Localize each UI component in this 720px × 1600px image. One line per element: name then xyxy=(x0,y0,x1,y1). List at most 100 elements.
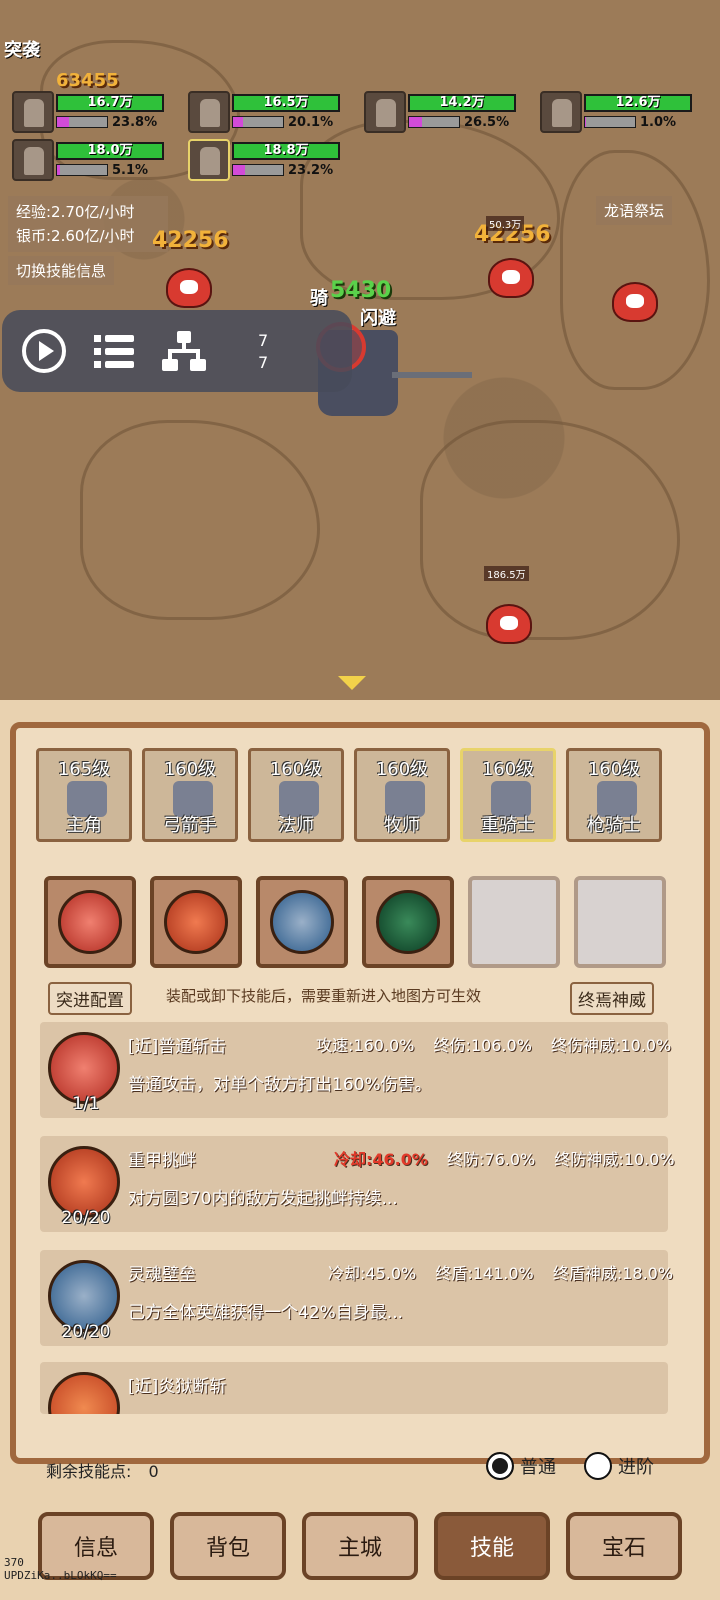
points-value: 0 xyxy=(148,1462,159,1481)
tab-skills[interactable]: 技能 xyxy=(434,1512,550,1580)
role-level: 160级 xyxy=(163,759,217,780)
mp-fill xyxy=(233,165,245,175)
skill-stats: 冷却:46.0% 终防:76.0% 终防神威:10.0% xyxy=(334,1146,689,1170)
skill-card[interactable]: 20/20 灵魂壁垒 冷却:45.0% 终盾:141.0% 终盾神威:18.0%… xyxy=(40,1250,673,1346)
hero-portrait xyxy=(12,91,54,133)
role-name: 法师 xyxy=(278,815,314,836)
enemy-monster[interactable] xyxy=(166,268,212,308)
counter-bottom: 7 xyxy=(258,353,269,372)
tab-gems[interactable]: 宝石 xyxy=(566,1512,682,1580)
role-name: 弓箭手 xyxy=(163,815,217,836)
mp-bar xyxy=(56,116,108,128)
skill-name: [近]普通斩击 xyxy=(128,1037,227,1057)
enemy-monster[interactable] xyxy=(488,258,534,298)
skill-card[interactable]: 20/20 重甲挑衅 冷却:46.0% 终防:76.0% 终防神威:10.0% … xyxy=(40,1136,675,1232)
role-name: 牧师 xyxy=(384,815,420,836)
hp-bar: 18.8万 xyxy=(232,142,340,160)
mp-percent: 26.5% xyxy=(464,114,510,130)
play-icon[interactable] xyxy=(18,325,70,377)
ground-crack xyxy=(420,420,680,640)
enemy-monster[interactable] xyxy=(486,604,532,644)
skill-slot-empty[interactable] xyxy=(468,876,560,968)
party-card[interactable]: 16.5万 20.1% xyxy=(188,88,340,136)
counter-top: 7 xyxy=(258,331,269,350)
party-card[interactable]: 14.2万 26.5% xyxy=(364,88,516,136)
mp-percent: 20.1% xyxy=(288,114,334,130)
list-icon[interactable] xyxy=(88,325,140,377)
tab-bag[interactable]: 背包 xyxy=(170,1512,286,1580)
role-selector: 165级 主角 160级 弓箭手 160级 法师 160级 牧师 160级 重骑… xyxy=(36,748,676,844)
party-card[interactable]: 12.6万 1.0% xyxy=(540,88,692,136)
hp-bar: 14.2万 xyxy=(408,94,516,112)
mp-bar xyxy=(232,164,284,176)
skill-stats: 冷却:45.0% 终盾:141.0% 终盾神威:18.0% xyxy=(328,1260,687,1284)
debug-overlay: 370 UPDZiKa..bLOkKQ== xyxy=(4,1556,117,1582)
skill-card[interactable]: [近]炎狱断斩 xyxy=(40,1362,668,1414)
hero-portrait xyxy=(540,91,582,133)
role-level: 160级 xyxy=(375,759,429,780)
income-box: 经验:2.70亿/小时 银币:2.60亿/小时 xyxy=(8,196,168,252)
stat: 冷却:45.0% xyxy=(328,1264,417,1283)
mode-normal-radio[interactable]: 普通 xyxy=(486,1452,556,1480)
hierarchy-icon[interactable] xyxy=(158,325,210,377)
hp-bar: 12.6万 xyxy=(584,94,692,112)
party-card[interactable]: 16.7万 23.8% xyxy=(12,88,164,136)
switch-skill-info-button[interactable]: 切换技能信息 xyxy=(8,256,115,285)
recorder-toolbar: 7 7 xyxy=(2,310,352,392)
hero-portrait xyxy=(12,139,54,181)
party-card[interactable]: 18.8万 23.2% xyxy=(188,136,340,184)
chevron-down-icon[interactable] xyxy=(338,676,366,690)
mp-percent: 23.2% xyxy=(288,162,334,178)
role-priest[interactable]: 160级 牧师 xyxy=(354,748,450,842)
role-archer[interactable]: 160级 弓箭手 xyxy=(142,748,238,842)
skill-slot[interactable] xyxy=(150,876,242,968)
skill-slot[interactable] xyxy=(362,876,454,968)
stat: 终盾神威:18.0% xyxy=(552,1264,674,1283)
role-level: 160级 xyxy=(269,759,323,780)
skill-slots xyxy=(44,876,674,968)
recorder-counter: 7 7 xyxy=(258,330,268,374)
role-level: 160级 xyxy=(587,759,641,780)
skill-slot[interactable] xyxy=(256,876,348,968)
role-level: 165级 xyxy=(57,759,111,780)
role-main[interactable]: 165级 主角 xyxy=(36,748,132,842)
slash-skill-icon xyxy=(58,890,122,954)
armor-skill-icon xyxy=(376,890,440,954)
role-mage[interactable]: 160级 法师 xyxy=(248,748,344,842)
final-might-button[interactable]: 终焉神威 xyxy=(570,982,654,1015)
dodge-text: 闪避 xyxy=(360,308,396,329)
skill-level: 20/20 xyxy=(61,1208,111,1228)
raid-label: 突袭 xyxy=(4,40,40,61)
stat: 终防:76.0% xyxy=(447,1150,536,1169)
skill-name: 重甲挑衅 xyxy=(128,1151,196,1171)
hp-bar: 18.0万 xyxy=(56,142,164,160)
enemy-monster[interactable] xyxy=(612,282,658,322)
floating-damage: 5430 xyxy=(330,278,392,303)
enemy-hp-label: 50.3万 xyxy=(486,216,525,231)
skill-slot-empty[interactable] xyxy=(574,876,666,968)
rush-config-button[interactable]: 突进配置 xyxy=(48,982,132,1015)
hero-portrait-selected xyxy=(188,139,230,181)
effect-text: 骑 xyxy=(310,288,328,309)
skill-card[interactable]: 1/1 [近]普通斩击 攻速:160.0% 终伤:106.0% 终伤神威:10.… xyxy=(40,1022,672,1118)
debug-line: UPDZiKa..bLOkKQ== xyxy=(4,1569,117,1582)
role-level: 160级 xyxy=(481,759,535,780)
lance-sprite xyxy=(392,372,472,378)
tab-city[interactable]: 主城 xyxy=(302,1512,418,1580)
skill-slot[interactable] xyxy=(44,876,136,968)
role-name: 主角 xyxy=(66,815,102,836)
role-heavy-knight[interactable]: 160级 重骑士 xyxy=(460,748,556,842)
party-card[interactable]: 18.0万 5.1% xyxy=(12,136,164,184)
mp-percent: 1.0% xyxy=(640,114,677,130)
stat: 终伤神威:10.0% xyxy=(551,1036,672,1055)
hp-bar: 16.7万 xyxy=(56,94,164,112)
skill-level: 20/20 xyxy=(61,1322,111,1342)
mode-advanced-radio[interactable]: 进阶 xyxy=(584,1452,654,1480)
coin-rate: 银币:2.60亿/小时 xyxy=(16,227,135,245)
mp-bar xyxy=(408,116,460,128)
role-lancer[interactable]: 160级 枪骑士 xyxy=(566,748,662,842)
mp-fill xyxy=(409,117,423,127)
hero-portrait xyxy=(364,91,406,133)
role-name: 枪骑士 xyxy=(587,815,641,836)
points-label: 剩余技能点: xyxy=(46,1462,132,1481)
